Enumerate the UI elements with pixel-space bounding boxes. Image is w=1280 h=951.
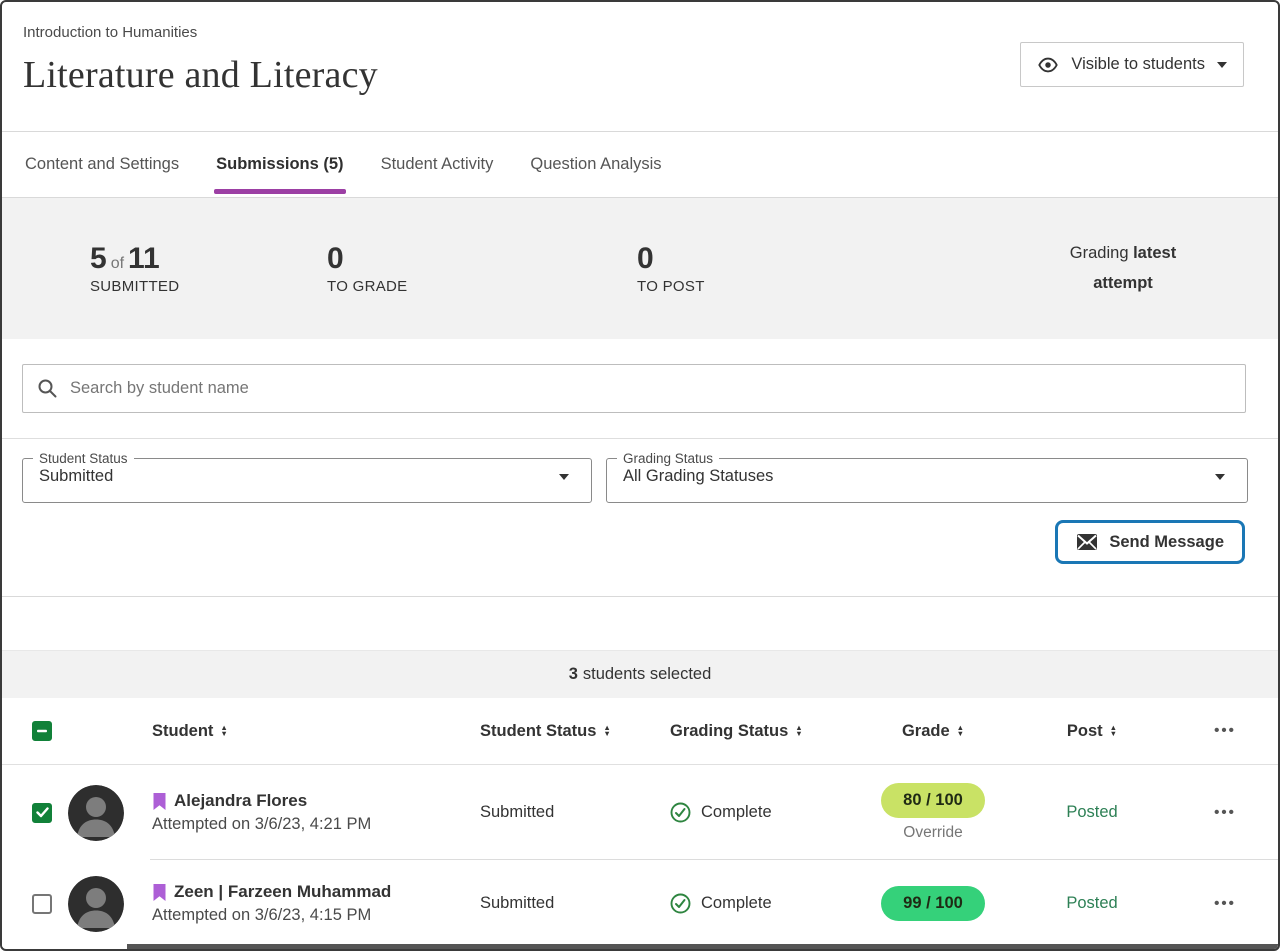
grade-override-note: Override — [903, 824, 962, 842]
student-name-link[interactable]: Alejandra Flores — [174, 791, 307, 811]
table-row: Zeen | Farzeen Muhammad Attempted on 3/6… — [2, 860, 1278, 947]
row-checkbox[interactable] — [32, 894, 52, 914]
post-status: Posted — [1012, 894, 1172, 913]
column-label: Grade — [902, 722, 950, 741]
envelope-icon — [1076, 533, 1098, 551]
cutoff-divider — [127, 944, 1278, 949]
chevron-down-icon — [1215, 474, 1225, 480]
column-header-student-status[interactable]: Student Status ▲▼ — [472, 722, 662, 741]
page-header: Introduction to Humanities Literature an… — [2, 2, 1278, 132]
column-header-grading-status[interactable]: Grading Status ▲▼ — [662, 722, 854, 741]
student-status-value: Submitted — [472, 803, 662, 822]
submitted-of: of — [107, 255, 128, 272]
tab-content-and-settings[interactable]: Content and Settings — [23, 132, 181, 197]
tab-bar: Content and Settings Submissions (5) Stu… — [2, 132, 1278, 198]
search-section — [2, 339, 1278, 439]
to-post-label: TO POST — [637, 278, 1048, 295]
row-options-menu-button[interactable]: ••• — [1208, 893, 1242, 915]
complete-check-icon — [670, 893, 691, 914]
column-label: Post — [1067, 722, 1103, 741]
submissions-page: Introduction to Humanities Literature an… — [0, 0, 1280, 951]
column-label: Grading Status — [670, 722, 788, 741]
grading-status-label: Grading Status — [617, 451, 719, 466]
sort-icon: ▲▼ — [220, 725, 227, 737]
post-status: Posted — [1012, 803, 1172, 822]
grading-status-select[interactable]: Grading Status All Grading Statuses — [606, 451, 1248, 503]
filter-section: Student Status Submitted Grading Status … — [2, 439, 1278, 597]
column-label: Student — [152, 722, 213, 741]
accommodations-bookmark-icon — [152, 883, 167, 902]
submitted-count: 5 — [90, 242, 107, 275]
tab-submissions[interactable]: Submissions (5) — [214, 132, 345, 197]
avatar — [68, 876, 124, 932]
table-row: Alejandra Flores Attempted on 3/6/23, 4:… — [2, 765, 1278, 860]
sort-icon: ▲▼ — [1110, 725, 1117, 737]
spacer — [2, 597, 1278, 650]
search-box — [22, 364, 1246, 413]
search-input[interactable] — [70, 379, 1231, 398]
stats-strip: 5of11 SUBMITTED 0 TO GRADE 0 TO POST Gra… — [2, 198, 1278, 339]
table-header-row: Student ▲▼ Student Status ▲▼ Grading Sta… — [2, 698, 1278, 765]
visibility-label: Visible to students — [1071, 55, 1205, 74]
eye-icon — [1037, 54, 1059, 76]
selection-count: 3 — [569, 665, 578, 684]
selection-text: students selected — [583, 665, 711, 684]
student-name-link[interactable]: Zeen | Farzeen Muhammad — [174, 882, 391, 902]
attempt-info: Attempted on 3/6/23, 4:15 PM — [152, 906, 472, 925]
column-header-post[interactable]: Post ▲▼ — [1012, 722, 1172, 741]
grading-mode-prefix: Grading — [1070, 244, 1133, 262]
send-message-label: Send Message — [1109, 533, 1224, 552]
accommodations-bookmark-icon — [152, 792, 167, 811]
sort-icon: ▲▼ — [603, 725, 610, 737]
row-options-menu-button[interactable]: ••• — [1208, 802, 1242, 824]
grading-status-value: Complete — [701, 803, 772, 822]
chevron-down-icon — [1217, 62, 1227, 68]
complete-check-icon — [670, 802, 691, 823]
attempt-info: Attempted on 3/6/23, 4:21 PM — [152, 815, 472, 834]
avatar — [68, 785, 124, 841]
to-grade-count: 0 — [327, 242, 637, 275]
student-status-label: Student Status — [33, 451, 134, 466]
select-all-checkbox[interactable] — [32, 721, 52, 741]
selection-summary-bar: 3 students selected — [2, 650, 1278, 698]
submitted-total: 11 — [128, 242, 160, 275]
tab-question-analysis[interactable]: Question Analysis — [528, 132, 663, 197]
stat-submitted: 5of11 SUBMITTED — [90, 242, 327, 295]
column-header-student[interactable]: Student ▲▼ — [152, 722, 472, 741]
grading-status-value: Complete — [701, 894, 772, 913]
column-label: Student Status — [480, 722, 596, 741]
send-message-button[interactable]: Send Message — [1055, 520, 1245, 564]
search-icon — [37, 378, 58, 399]
grade-pill[interactable]: 99 / 100 — [881, 886, 985, 921]
course-name: Introduction to Humanities — [23, 24, 1278, 41]
to-post-count: 0 — [637, 242, 1048, 275]
sort-icon: ▲▼ — [957, 725, 964, 737]
student-status-select[interactable]: Student Status Submitted — [22, 451, 592, 503]
to-grade-label: TO GRADE — [327, 278, 637, 295]
sort-icon: ▲▼ — [795, 725, 802, 737]
visibility-dropdown-button[interactable]: Visible to students — [1020, 42, 1244, 87]
stat-to-grade: 0 TO GRADE — [327, 242, 637, 295]
student-status-value: Submitted — [39, 467, 113, 486]
submitted-label: SUBMITTED — [90, 278, 327, 295]
tab-student-activity[interactable]: Student Activity — [379, 132, 496, 197]
table-options-menu-button[interactable]: ••• — [1208, 720, 1242, 742]
grading-mode: Grading latest attempt — [1048, 239, 1198, 298]
chevron-down-icon — [559, 474, 569, 480]
row-checkbox[interactable] — [32, 803, 52, 823]
student-status-value: Submitted — [472, 894, 662, 913]
grading-status-value: All Grading Statuses — [623, 467, 773, 486]
column-header-grade[interactable]: Grade ▲▼ — [854, 722, 1012, 741]
stat-to-post: 0 TO POST — [637, 242, 1048, 295]
grade-pill[interactable]: 80 / 100 — [881, 783, 985, 818]
